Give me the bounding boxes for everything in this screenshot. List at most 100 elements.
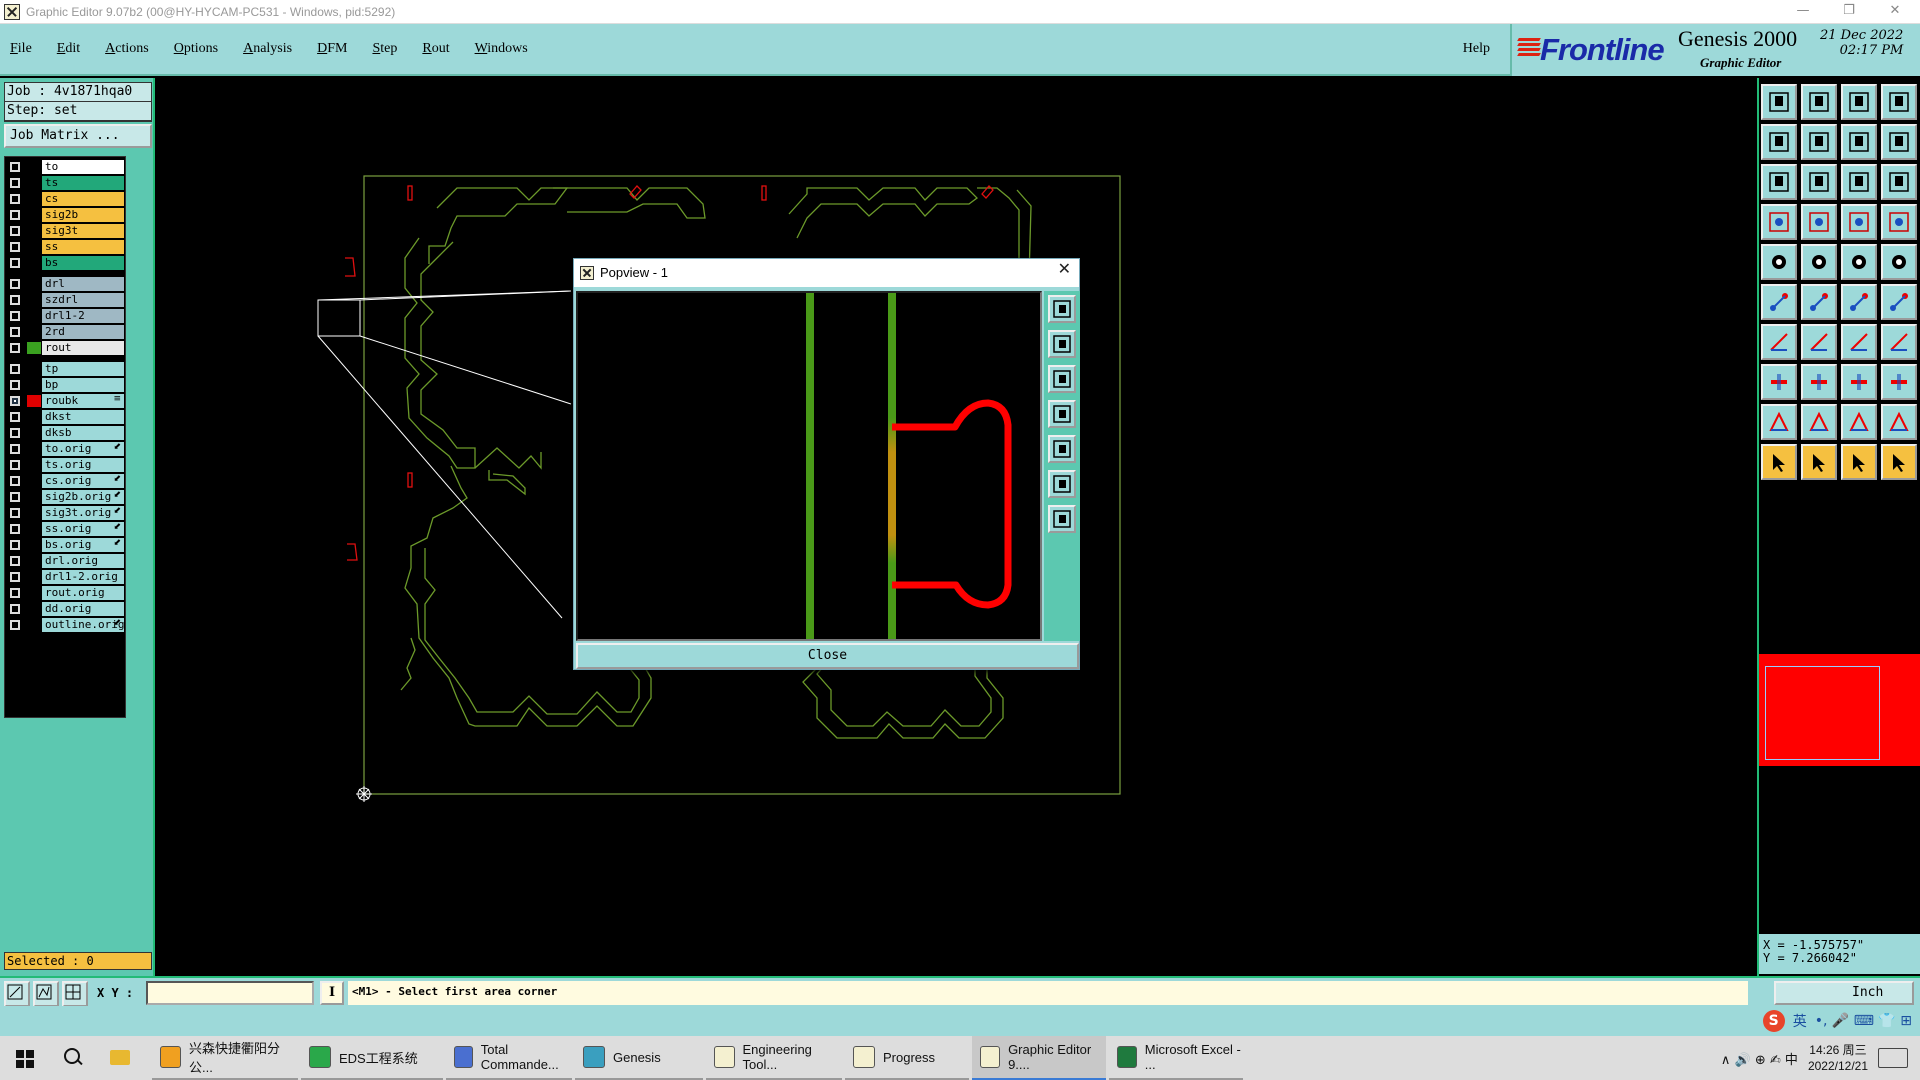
ime-language[interactable]: 英 (1793, 1011, 1807, 1031)
menu-help[interactable]: Help (1463, 41, 1490, 57)
minimize-button[interactable]: — (1780, 0, 1826, 24)
layer-row[interactable]: dd.orig (5, 601, 125, 617)
move-node-button[interactable] (1841, 284, 1877, 320)
layer-name[interactable]: to (42, 160, 124, 174)
close-window-button[interactable]: ✕ (1872, 0, 1918, 24)
layer-row[interactable]: cs.orig ⬋ (5, 473, 125, 489)
layer-row[interactable]: ts (5, 175, 125, 191)
layer-name[interactable]: sig3t.orig (42, 506, 124, 520)
layer-name[interactable]: sig3t (42, 224, 124, 238)
xy-input[interactable] (146, 981, 314, 1005)
pointer-rotate-button[interactable] (1841, 444, 1877, 480)
menu-dfm[interactable]: DFM (313, 39, 351, 59)
layer-row[interactable]: rout.orig (5, 585, 125, 601)
layer-name[interactable]: 2rd (42, 325, 124, 339)
layer-checkbox[interactable] (10, 412, 20, 422)
feature-select-button[interactable] (1761, 244, 1797, 280)
pan-right-button[interactable] (1801, 124, 1837, 160)
align-tool-button[interactable] (1881, 324, 1917, 360)
layer-checkbox[interactable] (10, 279, 20, 289)
info-button[interactable]: I (320, 981, 344, 1005)
notification-icon[interactable] (1878, 1048, 1908, 1068)
layer-row[interactable]: bs (5, 255, 125, 271)
layer-checkbox[interactable] (10, 476, 20, 486)
pan-left-button[interactable] (1761, 124, 1797, 160)
layer-checkbox[interactable] (10, 572, 20, 582)
layer-row[interactable]: 2rd (5, 324, 125, 340)
layer-name[interactable]: outline.orig (42, 618, 124, 632)
layer-row[interactable]: ss (5, 239, 125, 255)
pv-zoom-in-button[interactable] (1048, 330, 1076, 358)
connect-nodes-button[interactable] (1761, 284, 1797, 320)
layer-name[interactable]: bs.orig (42, 538, 124, 552)
layer-checkbox[interactable] (10, 588, 20, 598)
layer-row[interactable]: szdrl (5, 292, 125, 308)
layer-name[interactable]: drl.orig (42, 554, 124, 568)
mirror-view-button[interactable] (1841, 124, 1877, 160)
layer-row[interactable]: roubk ≡ (5, 393, 125, 409)
layer-name[interactable]: ss (42, 240, 124, 254)
layer-name[interactable]: ts.orig (42, 458, 124, 472)
measure-ruler-button[interactable] (1841, 244, 1877, 280)
layer-name[interactable]: rout (42, 341, 124, 355)
zoom-home-button[interactable] (1761, 84, 1797, 120)
job-matrix-button[interactable]: Job Matrix ... (4, 124, 152, 148)
taskbar-app[interactable]: 兴森快捷衢阳分公... (152, 1036, 298, 1080)
pointer-move-button[interactable] (1881, 444, 1917, 480)
layer-row[interactable]: sig2b (5, 207, 125, 223)
layer-name[interactable]: drl1-2.orig (42, 570, 124, 584)
layer-checkbox[interactable] (10, 226, 20, 236)
feature-break-button[interactable] (1801, 244, 1837, 280)
split-view-button[interactable] (1881, 124, 1917, 160)
layer-row[interactable]: to.orig ⬋ (5, 441, 125, 457)
add-line-button[interactable] (1761, 324, 1797, 360)
layer-checkbox[interactable] (10, 604, 20, 614)
layer-name[interactable]: sig2b (42, 208, 124, 222)
delete-node-button[interactable] (1801, 284, 1837, 320)
layer-checkbox[interactable] (10, 540, 20, 550)
layer-checkbox[interactable] (10, 620, 20, 630)
layer-checkbox[interactable] (10, 460, 20, 470)
layer-row[interactable]: drl1-2.orig (5, 569, 125, 585)
pv-fit-button[interactable] (1048, 470, 1076, 498)
attr-edit-button[interactable] (1761, 364, 1797, 400)
layer-checkbox[interactable] (10, 242, 20, 252)
layer-checkbox[interactable] (10, 178, 20, 188)
layer-checkbox[interactable] (10, 194, 20, 204)
layer-name[interactable]: tp (42, 362, 124, 376)
menu-analysis[interactable]: Analysis (239, 39, 296, 59)
taskbar-app[interactable]: EDS工程系统 (301, 1036, 443, 1080)
layer-checkbox[interactable] (10, 396, 20, 406)
snap-tool-button[interactable] (1761, 204, 1797, 240)
layer-checkbox[interactable] (10, 492, 20, 502)
zoom-fit-button[interactable] (1881, 84, 1917, 120)
layer-name[interactable]: dd.orig (42, 602, 124, 616)
menu-edit[interactable]: Edit (53, 39, 84, 59)
help-query-button[interactable] (1881, 164, 1917, 200)
taskbar-app[interactable]: Engineering Tool... (706, 1036, 842, 1080)
layer-name[interactable]: bp (42, 378, 124, 392)
add-node-button[interactable] (1881, 284, 1917, 320)
letter-a-box-button[interactable] (1841, 404, 1877, 440)
layer-checkbox[interactable] (10, 295, 20, 305)
layer-row[interactable]: dksb (5, 425, 125, 441)
layer-checkbox[interactable] (10, 508, 20, 518)
layer-name[interactable]: dkst (42, 410, 124, 424)
restore-button[interactable]: ❐ (1826, 0, 1872, 24)
layer-row[interactable]: tp (5, 361, 125, 377)
taskbar-app[interactable]: Progress (845, 1036, 969, 1080)
layer-name[interactable]: cs (42, 192, 124, 206)
layer-checkbox[interactable] (10, 380, 20, 390)
pointer-select-button[interactable] (1761, 444, 1797, 480)
taskbar-app[interactable]: Graphic Editor 9.... (972, 1036, 1106, 1080)
layer-row[interactable]: outline.orig ⬋ (5, 617, 125, 633)
menu-rout[interactable]: Rout (418, 39, 453, 59)
menu-file[interactable]: File (6, 39, 36, 59)
layer-row[interactable]: cs (5, 191, 125, 207)
edit-line-button[interactable] (1801, 324, 1837, 360)
layer-swap-button[interactable] (1881, 204, 1917, 240)
measure-tool-button[interactable] (33, 981, 59, 1007)
layer-checkbox[interactable] (10, 327, 20, 337)
pv-pan-left-button[interactable] (1048, 400, 1076, 428)
delete-line-button[interactable] (1801, 364, 1837, 400)
